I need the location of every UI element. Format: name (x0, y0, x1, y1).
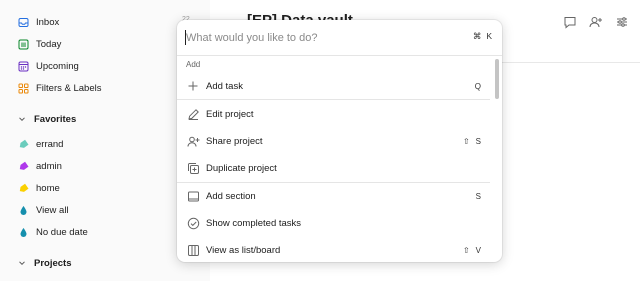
calendar-today-icon (18, 39, 29, 50)
shift-key-icon: ⇧ (462, 245, 470, 255)
projects-section-toggle[interactable]: Projects (18, 254, 72, 272)
sidebar-item-inbox[interactable]: Inbox (18, 13, 59, 31)
command-label: Duplicate project (206, 162, 277, 174)
sidebar-item-today[interactable]: Today (18, 35, 61, 53)
command-edit-project[interactable]: Edit project (177, 101, 490, 127)
calendar-upcoming-icon (18, 61, 29, 72)
sidebar-item-label: Filters & Labels (36, 82, 102, 94)
sidebar-item-errand[interactable]: errand (18, 135, 63, 153)
scrollbar-thumb[interactable] (495, 59, 499, 99)
sidebar-item-label: View all (36, 204, 69, 216)
sidebar-item-label: home (36, 182, 60, 194)
command-add-section[interactable]: Add section S (177, 183, 490, 209)
search-row: ⌘ K (177, 20, 502, 56)
label-tag-icon (18, 161, 29, 172)
divider (177, 99, 490, 100)
command-label: Add task (206, 80, 243, 92)
command-view-as-list-board[interactable]: View as list/board ⇧ V (177, 237, 490, 262)
command-label: View as list/board (206, 244, 281, 256)
sidebar-item-home[interactable]: home (18, 179, 60, 197)
command-shortcut: S (476, 192, 481, 201)
sidebar-item-upcoming[interactable]: Upcoming (18, 57, 79, 75)
command-shortcut: ⇧ S (463, 137, 481, 146)
command-key-icon: ⌘ (472, 31, 482, 41)
board-view-icon (186, 243, 200, 257)
command-show-completed-tasks[interactable]: Show completed tasks (177, 210, 490, 236)
add-person-icon[interactable] (588, 14, 604, 30)
comment-icon[interactable] (562, 14, 578, 30)
check-circle-icon (186, 216, 200, 230)
inbox-icon (18, 17, 29, 28)
shortcut-key: K (486, 31, 492, 41)
chevron-down-icon (18, 259, 26, 267)
sidebar-item-label: Upcoming (36, 60, 79, 72)
label-tag-icon (18, 183, 29, 194)
duplicate-icon (186, 161, 200, 175)
command-add-task[interactable]: Add task Q (177, 73, 490, 99)
command-label: Edit project (206, 108, 254, 120)
section-icon (186, 189, 200, 203)
sidebar-item-admin[interactable]: admin (18, 157, 62, 175)
command-label: Share project (206, 135, 263, 147)
shortcut-key: S (475, 191, 481, 201)
label-tag-icon (18, 139, 29, 150)
plus-icon (186, 79, 200, 93)
command-shortcut: Q (475, 82, 481, 91)
sidebar-item-label: No due date (36, 226, 88, 238)
add-person-icon (186, 134, 200, 148)
favorites-heading: Favorites (34, 113, 77, 125)
chevron-down-icon (18, 115, 26, 123)
command-label: Add section (206, 190, 256, 202)
shortcut-key: S (475, 136, 481, 146)
sidebar-item-label: Inbox (36, 16, 60, 28)
sidebar-item-view-all[interactable]: View all (18, 201, 69, 219)
sidebar-item-label: admin (36, 160, 62, 172)
shift-key-icon: ⇧ (462, 136, 470, 146)
command-palette: ⌘ K Add Add task Q Edit project Share pr… (177, 20, 502, 262)
shortcut-key: Q (474, 81, 481, 91)
shortcut-key: V (475, 245, 481, 255)
sidebar-item-no-due-date[interactable]: No due date (18, 223, 88, 241)
filter-drop-icon (18, 205, 29, 216)
group-label-add: Add (186, 60, 201, 69)
favorites-section-toggle[interactable]: Favorites (18, 110, 76, 128)
command-search-input[interactable] (186, 29, 456, 47)
header-divider (502, 62, 640, 63)
command-label: Show completed tasks (206, 217, 302, 229)
sidebar-item-label: Today (36, 38, 62, 50)
command-duplicate-project[interactable]: Duplicate project (177, 155, 490, 181)
command-shortcut: ⇧ V (463, 246, 481, 255)
shortcut-hint: ⌘ K (473, 31, 492, 42)
settings-sliders-icon[interactable] (614, 14, 630, 30)
sidebar-item-filters-labels[interactable]: Filters & Labels (18, 79, 101, 97)
filter-drop-icon (18, 227, 29, 238)
sidebar-item-label: errand (36, 138, 64, 150)
filters-labels-icon (18, 83, 29, 94)
projects-heading: Projects (34, 257, 72, 269)
pencil-icon (186, 107, 200, 121)
command-share-project[interactable]: Share project ⇧ S (177, 128, 490, 154)
